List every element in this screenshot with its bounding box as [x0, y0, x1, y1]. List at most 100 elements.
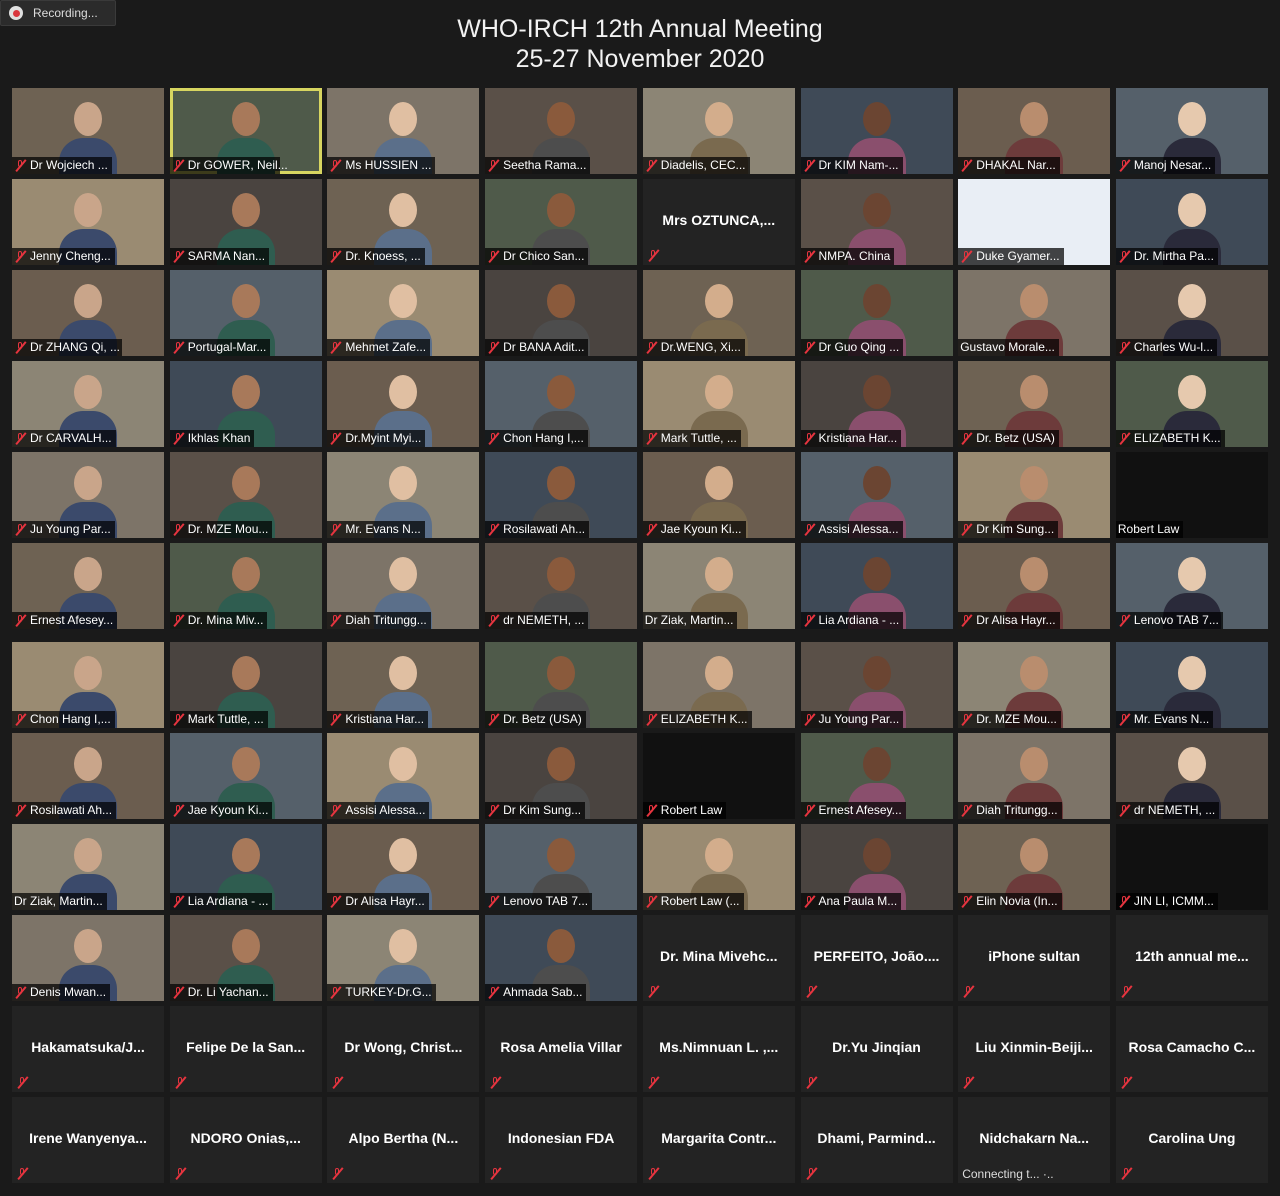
participant-tile[interactable]: Denis Mwan... [12, 915, 164, 1001]
participant-tile[interactable]: Dr CARVALH... [12, 361, 164, 447]
participant-tile[interactable]: Irene Wanyenya... [12, 1097, 164, 1183]
participant-tile[interactable]: Jenny Cheng... [12, 179, 164, 265]
participant-tile[interactable]: Diah Tritungg... [958, 733, 1111, 819]
participant-tile[interactable]: Nidchakarn Na... Connecting t... ·.. [958, 1097, 1111, 1183]
participant-tile[interactable]: Dr GOWER, Neil... [169, 88, 322, 174]
participant-tile[interactable]: Dr Alisa Hayr... [958, 543, 1111, 629]
participant-tile[interactable]: Jae Kyoun Ki... [642, 452, 795, 538]
participant-tile[interactable]: Indonesian FDA [485, 1097, 638, 1183]
participant-tile[interactable]: Portugal-Mar... [169, 270, 322, 356]
participant-tile[interactable]: Dr Alisa Hayr... [327, 824, 480, 910]
participant-tile[interactable]: Ernest Afesey... [800, 733, 953, 819]
participant-tile[interactable]: Assisi Alessa... [800, 452, 953, 538]
participant-tile[interactable]: Alpo Bertha (N... [327, 1097, 480, 1183]
participant-tile[interactable]: Lia Ardiana - ... [169, 824, 322, 910]
participant-tile[interactable]: Dr.Yu Jinqian [800, 1006, 953, 1092]
participant-tile[interactable]: PERFEITO, João.... [800, 915, 953, 1001]
participant-tile[interactable]: Gustavo Morale... [958, 270, 1111, 356]
participant-tile[interactable]: Dr KIM Nam-... [800, 88, 953, 174]
participant-tile[interactable]: Lia Ardiana - ... [800, 543, 953, 629]
participant-tile[interactable]: Assisi Alessa... [327, 733, 480, 819]
participant-tile[interactable]: Dr. Mina Miv... [169, 543, 322, 629]
participant-tile[interactable]: Dr. Knoess, ... [327, 179, 480, 265]
participant-tile[interactable]: Dr Chico San... [485, 179, 638, 265]
participant-tile[interactable]: Dr. Mirtha Pa... [1115, 179, 1268, 265]
participant-tile[interactable]: iPhone sultan [958, 915, 1111, 1001]
participant-tile[interactable]: Chon Hang I,... [12, 642, 164, 728]
participant-tile[interactable]: Ahmada Sab... [485, 915, 638, 1001]
participant-tile[interactable]: Kristiana Har... [327, 642, 480, 728]
participant-tile[interactable]: Dr. Betz (USA) [958, 361, 1111, 447]
participant-tile[interactable]: Carolina Ung [1115, 1097, 1268, 1183]
participant-tile[interactable]: Ana Paula M... [800, 824, 953, 910]
participant-tile[interactable]: Dr. Mina Mivehc... [642, 915, 795, 1001]
participant-tile[interactable]: Charles Wu-l... [1115, 270, 1268, 356]
participant-tile[interactable]: SARMA Nan... [169, 179, 322, 265]
participant-tile[interactable]: Ms HUSSIEN ... [327, 88, 480, 174]
participant-tile[interactable]: Dr. Betz (USA) [485, 642, 638, 728]
participant-tile[interactable]: Rosa Amelia Villar [485, 1006, 638, 1092]
participant-tile[interactable]: 12th annual me... [1115, 915, 1268, 1001]
participant-tile[interactable]: Liu Xinmin-Beiji... [958, 1006, 1111, 1092]
participant-tile[interactable]: Lenovo TAB 7... [485, 824, 638, 910]
participant-tile[interactable]: Ikhlas Khan [169, 361, 322, 447]
participant-tile[interactable]: Robert Law [642, 733, 795, 819]
participant-tile[interactable]: Lenovo TAB 7... [1115, 543, 1268, 629]
participant-tile[interactable]: Diadelis, CEC... [642, 88, 795, 174]
participant-tile[interactable]: Dr Ziak, Martin... [12, 824, 164, 910]
participant-tile[interactable]: Dr Ziak, Martin... [642, 543, 795, 629]
participant-tile[interactable]: dr NEMETH, ... [1115, 733, 1268, 819]
participant-name-label: DHAKAL Nar... [958, 157, 1060, 174]
participant-tile[interactable]: TURKEY-Dr.G... [327, 915, 480, 1001]
participant-tile[interactable]: Dr Guo Qing ... [800, 270, 953, 356]
participant-tile[interactable]: Jae Kyoun Ki... [169, 733, 322, 819]
participant-tile[interactable]: Mehmet Zafe... [327, 270, 480, 356]
participant-tile[interactable]: Seetha Rama... [485, 88, 638, 174]
participant-tile[interactable]: Ms.Nimnuan L. ,... [642, 1006, 795, 1092]
participant-tile[interactable]: Margarita Contr... [642, 1097, 795, 1183]
participant-tile[interactable]: Duke Gyamer... [958, 179, 1111, 265]
participant-tile[interactable]: Ju Young Par... [12, 452, 164, 538]
participant-tile[interactable]: Dr.Myint Myi... [327, 361, 480, 447]
participant-tile[interactable]: DHAKAL Nar... [958, 88, 1111, 174]
participant-tile[interactable]: Dr Wong, Christ... [327, 1006, 480, 1092]
participant-tile[interactable]: Dr.WENG, Xi... [642, 270, 795, 356]
participant-tile[interactable]: Rosilawati Ah... [12, 733, 164, 819]
participant-tile[interactable]: Mr. Evans N... [327, 452, 480, 538]
participant-tile[interactable]: Mark Tuttle, ... [169, 642, 322, 728]
participant-tile[interactable]: Felipe De la San... [169, 1006, 322, 1092]
participant-tile[interactable]: Dr Wojciech ... [12, 88, 164, 174]
participant-tile[interactable]: Dr Kim Sung... [485, 733, 638, 819]
participant-tile[interactable]: Kristiana Har... [800, 361, 953, 447]
participant-tile[interactable]: Dr. MZE Mou... [958, 642, 1111, 728]
participant-tile[interactable]: Elin Novia (In... [958, 824, 1111, 910]
participant-tile[interactable]: Hakamatsuka/J... [12, 1006, 164, 1092]
participant-tile[interactable]: Dhami, Parmind... [800, 1097, 953, 1183]
participant-name: Dr Ziak, Martin... [644, 613, 734, 627]
participant-tile[interactable]: Robert Law (... [642, 824, 795, 910]
participant-tile[interactable]: Chon Hang I,... [485, 361, 638, 447]
participant-tile[interactable]: Robert Law [1115, 452, 1268, 538]
participant-tile[interactable]: Ernest Afesey... [12, 543, 164, 629]
participant-tile[interactable]: Dr Kim Sung... [958, 452, 1111, 538]
participant-tile[interactable]: Diah Tritungg... [327, 543, 480, 629]
participant-tile[interactable]: Rosilawati Ah... [485, 452, 638, 538]
participant-tile[interactable]: JIN LI, ICMM... [1115, 824, 1268, 910]
participant-tile[interactable]: Mrs OZTUNCA,... [642, 179, 795, 265]
participant-tile[interactable]: dr NEMETH, ... [485, 543, 638, 629]
participant-tile[interactable]: ELIZABETH K... [1115, 361, 1268, 447]
participant-tile[interactable]: NDORO Onias,... [169, 1097, 322, 1183]
participant-name: Alpo Bertha (N... [348, 1130, 459, 1146]
participant-tile[interactable]: Ju Young Par... [800, 642, 953, 728]
muted-mic-icon [489, 1076, 502, 1089]
participant-tile[interactable]: Mark Tuttle, ... [642, 361, 795, 447]
participant-tile[interactable]: Dr ZHANG Qi, ... [12, 270, 164, 356]
participant-tile[interactable]: Dr BANA Adit... [485, 270, 638, 356]
participant-tile[interactable]: Dr. Li Yachan... [169, 915, 322, 1001]
participant-tile[interactable]: Manoj Nesar... [1115, 88, 1268, 174]
participant-tile[interactable]: Mr. Evans N... [1115, 642, 1268, 728]
participant-tile[interactable]: NMPA. China [800, 179, 953, 265]
participant-tile[interactable]: Rosa Camacho C... [1115, 1006, 1268, 1092]
participant-tile[interactable]: ELIZABETH K... [642, 642, 795, 728]
participant-tile[interactable]: Dr. MZE Mou... [169, 452, 322, 538]
